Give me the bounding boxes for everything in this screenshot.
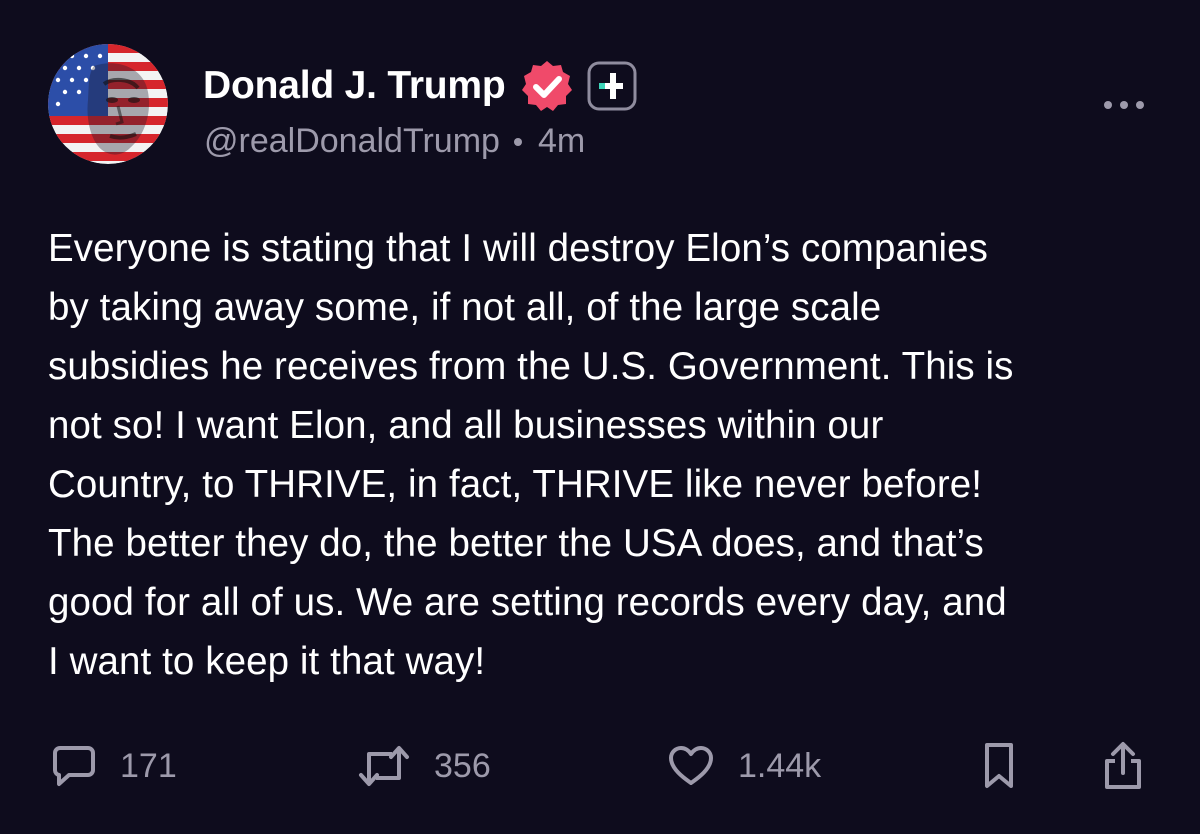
author-handle-row: @realDonaldTrump 4m (204, 122, 585, 161)
bookmark-icon (982, 742, 1016, 790)
plus-badge-icon (586, 60, 638, 112)
repost-count: 356 (434, 746, 491, 785)
more-dots-icon (1104, 101, 1144, 109)
share-button[interactable] (1102, 738, 1144, 794)
post-card: Donald J. Trump @realDonaldTrump 4m Ever… (0, 0, 1200, 834)
author-name-row: Donald J. Trump (203, 58, 638, 114)
separator-dot (513, 137, 522, 146)
more-options-button[interactable] (1100, 88, 1148, 122)
heart-icon (668, 745, 714, 787)
avatar[interactable] (48, 44, 168, 164)
bookmark-button[interactable] (982, 738, 1016, 794)
author-display-name[interactable]: Donald J. Trump (203, 64, 506, 108)
share-icon (1102, 741, 1144, 791)
verified-check-badge-icon (519, 58, 575, 114)
reply-button[interactable]: 171 (52, 738, 177, 794)
repost-icon (358, 744, 410, 788)
like-count: 1.44k (738, 746, 822, 785)
like-button[interactable]: 1.44k (668, 738, 821, 794)
author-handle[interactable]: @realDonaldTrump (204, 122, 500, 161)
reply-bubble-icon (52, 744, 96, 788)
repost-button[interactable]: 356 (358, 738, 491, 794)
reply-count: 171 (120, 746, 177, 785)
post-body-text: Everyone is stating that I will destroy … (48, 227, 1014, 683)
post-timestamp[interactable]: 4m (538, 122, 585, 161)
avatar-image (48, 44, 168, 164)
